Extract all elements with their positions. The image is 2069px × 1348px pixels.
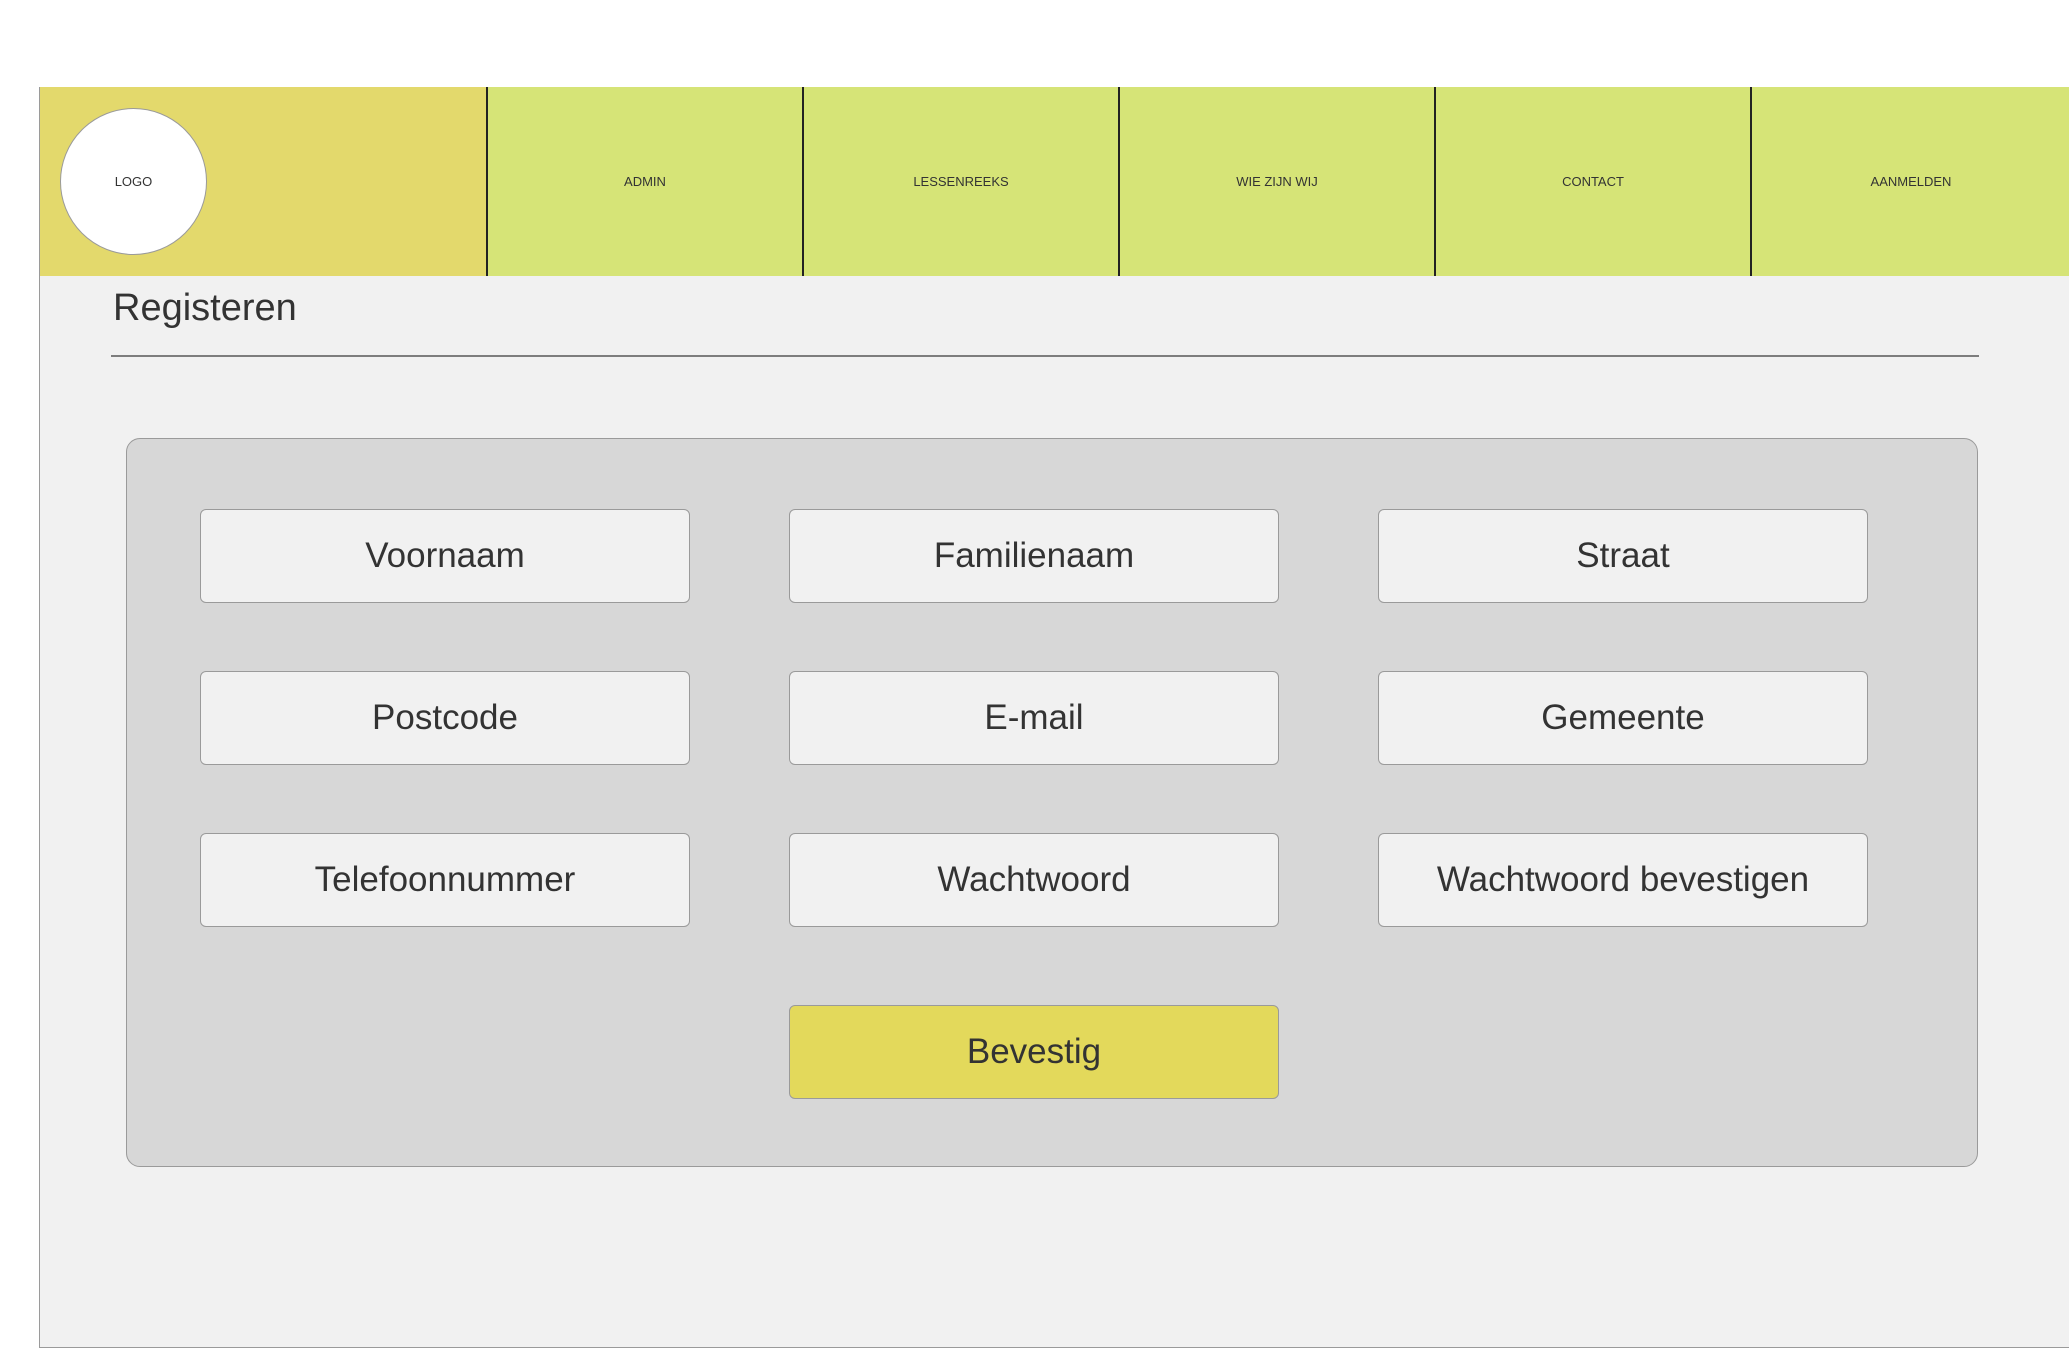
main-nav: ADMIN LESSENREEKS WIE ZIJN WIJ CONTACT A… [488, 87, 2069, 276]
street-field[interactable] [1378, 509, 1868, 603]
nav-item-aanmelden[interactable]: AANMELDEN [1752, 87, 2069, 276]
logo-area: LOGO [40, 87, 488, 276]
nav-item-wie-zijn-wij[interactable]: WIE ZIJN WIJ [1120, 87, 1436, 276]
nav-item-contact[interactable]: CONTACT [1436, 87, 1752, 276]
last-name-field[interactable] [789, 509, 1279, 603]
confirm-password-field[interactable] [1378, 833, 1868, 927]
phone-field[interactable] [200, 833, 690, 927]
postcode-field[interactable] [200, 671, 690, 765]
page-frame: LOGO ADMIN LESSENREEKS WIE ZIJN WIJ CONT… [39, 87, 2069, 1348]
title-divider [111, 355, 1979, 357]
first-name-field[interactable] [200, 509, 690, 603]
nav-item-admin[interactable]: ADMIN [488, 87, 804, 276]
nav-item-lessenreeks[interactable]: LESSENREEKS [804, 87, 1120, 276]
municipality-field[interactable] [1378, 671, 1868, 765]
site-header: LOGO ADMIN LESSENREEKS WIE ZIJN WIJ CONT… [40, 87, 2069, 276]
password-field[interactable] [789, 833, 1279, 927]
page-title: Registeren [113, 287, 297, 329]
confirm-button[interactable]: Bevestig [789, 1005, 1279, 1099]
logo[interactable]: LOGO [60, 108, 207, 255]
registration-form: Bevestig [126, 438, 1978, 1167]
email-field[interactable] [789, 671, 1279, 765]
